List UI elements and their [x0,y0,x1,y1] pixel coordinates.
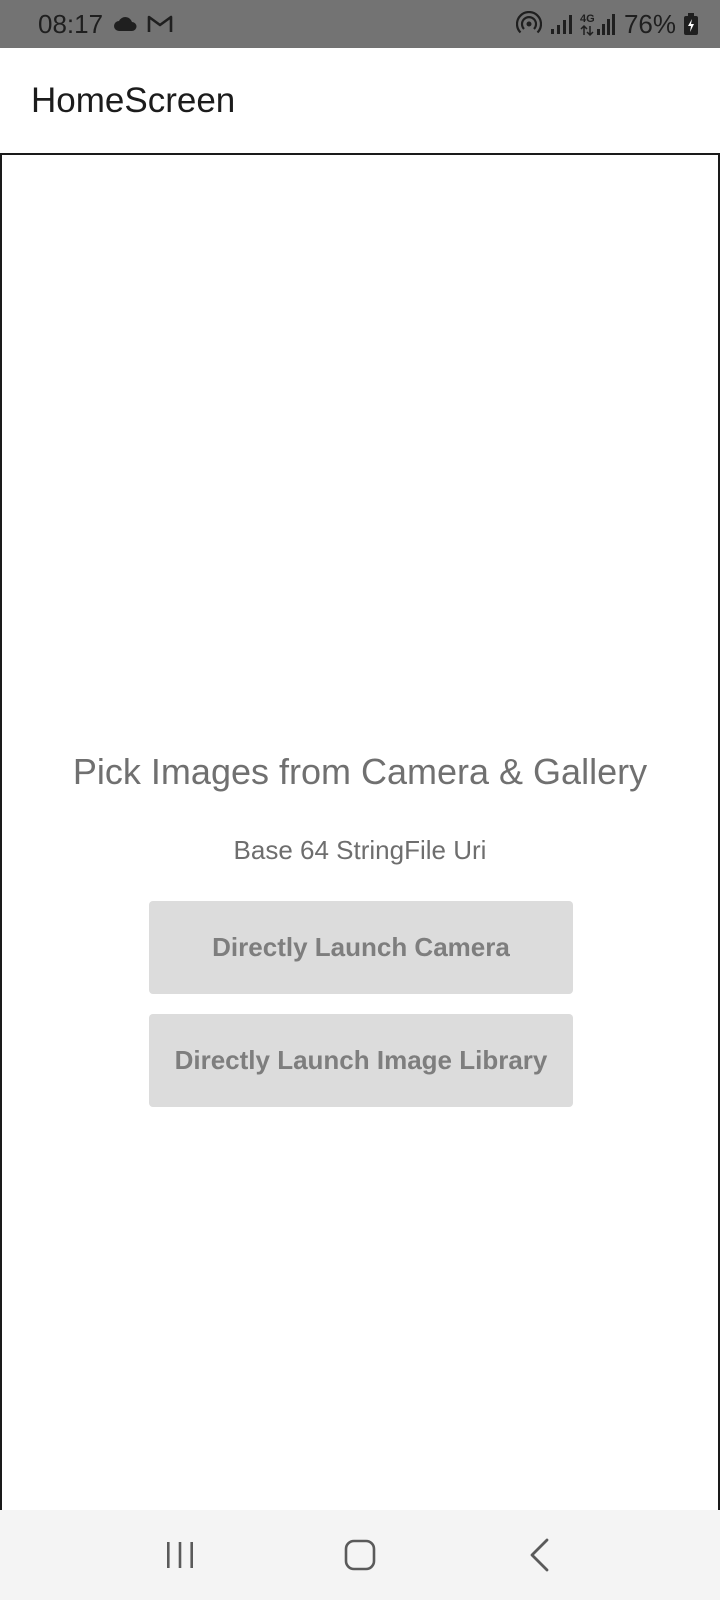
launch-camera-button[interactable]: Directly Launch Camera [149,901,573,994]
battery-charging-icon [684,13,698,35]
main-heading: Pick Images from Camera & Gallery [72,751,648,792]
status-left: 08:17 [38,9,173,40]
gmail-icon [147,14,173,34]
battery-percent: 76% [623,8,676,39]
page-title: HomeScreen [31,81,236,120]
home-icon[interactable] [330,1525,390,1585]
signal-icon [550,13,572,35]
navigation-bar [0,1510,720,1600]
signal-4g-icon: 4G [580,11,616,37]
app-bar: HomeScreen [0,48,720,154]
status-time: 08:17 [38,8,104,39]
svg-text:4G: 4G [580,13,595,25]
recent-apps-icon[interactable] [150,1525,210,1585]
main-content: Pick Images from Camera & Gallery Base 6… [0,153,720,1510]
cloud-icon [113,16,137,32]
main-subheading: Base 64 StringFile Uri [233,835,487,865]
hotspot-icon [515,11,542,37]
launch-image-library-button[interactable]: Directly Launch Image Library [149,1014,573,1107]
status-bar: 08:17 4G 76% [0,0,720,48]
back-icon[interactable] [510,1525,570,1585]
status-right: 4G 76% [515,8,698,40]
